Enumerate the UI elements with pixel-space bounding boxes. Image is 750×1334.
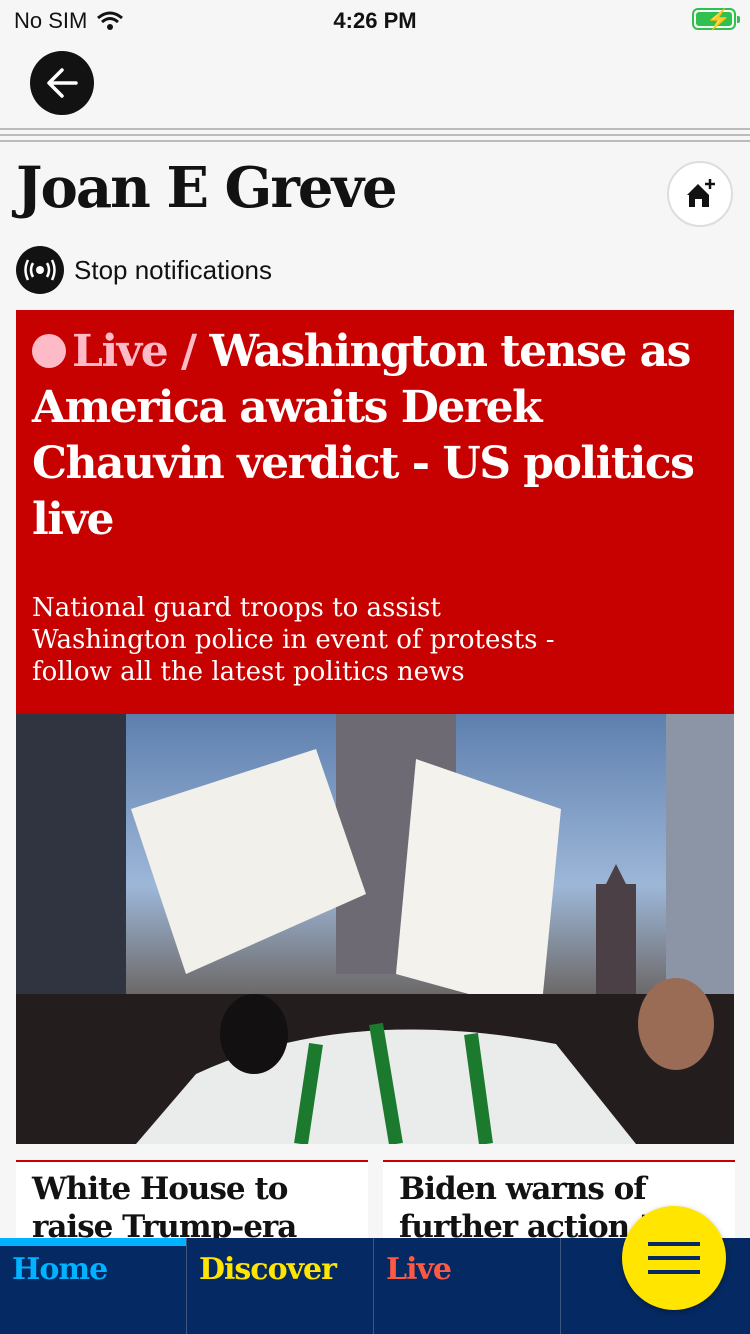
status-bar: No SIM 4:26 PM ⚡ (0, 0, 750, 40)
back-button[interactable] (30, 51, 94, 115)
clock: 4:26 PM (333, 8, 417, 33)
home-plus-icon (687, 179, 715, 207)
tab-live[interactable]: Live (374, 1238, 561, 1334)
arrow-left-icon (47, 68, 78, 98)
lead-headline: Live / Washington tense as America await… (32, 324, 718, 548)
stop-notifications-label: Stop notifications (74, 254, 273, 285)
tab-discover[interactable]: Discover (187, 1238, 374, 1334)
hamburger-menu-icon (648, 1242, 700, 1274)
lead-standfirst: National guard troops to assist Washingt… (32, 593, 555, 687)
menu-button[interactable] (622, 1206, 726, 1310)
tab-home[interactable]: Home (0, 1238, 187, 1334)
charging-bolt-icon: ⚡ (706, 9, 731, 31)
broadcast-icon (16, 246, 64, 294)
tab-live-label: Live (386, 1252, 452, 1287)
protest-photo (16, 714, 734, 1144)
stop-notifications-button[interactable]: Stop notifications (16, 246, 272, 294)
tab-home-label: Home (12, 1252, 108, 1287)
battery-icon: ⚡ (692, 8, 740, 31)
article-card-1[interactable]: White House to raise Trump-era refugee (16, 1160, 368, 1240)
live-dot-icon (32, 333, 66, 368)
header-divider (0, 128, 750, 146)
article-card-title: White House to raise Trump-era refugee (32, 1171, 297, 1240)
add-to-home-button[interactable] (667, 161, 733, 227)
lead-article-image[interactable] (16, 714, 734, 1144)
lead-article-card[interactable]: Live / Washington tense as America await… (16, 310, 734, 714)
live-kicker: Live / (72, 326, 197, 377)
page-title: Joan E Greve (16, 155, 398, 221)
tab-discover-label: Discover (199, 1252, 337, 1287)
